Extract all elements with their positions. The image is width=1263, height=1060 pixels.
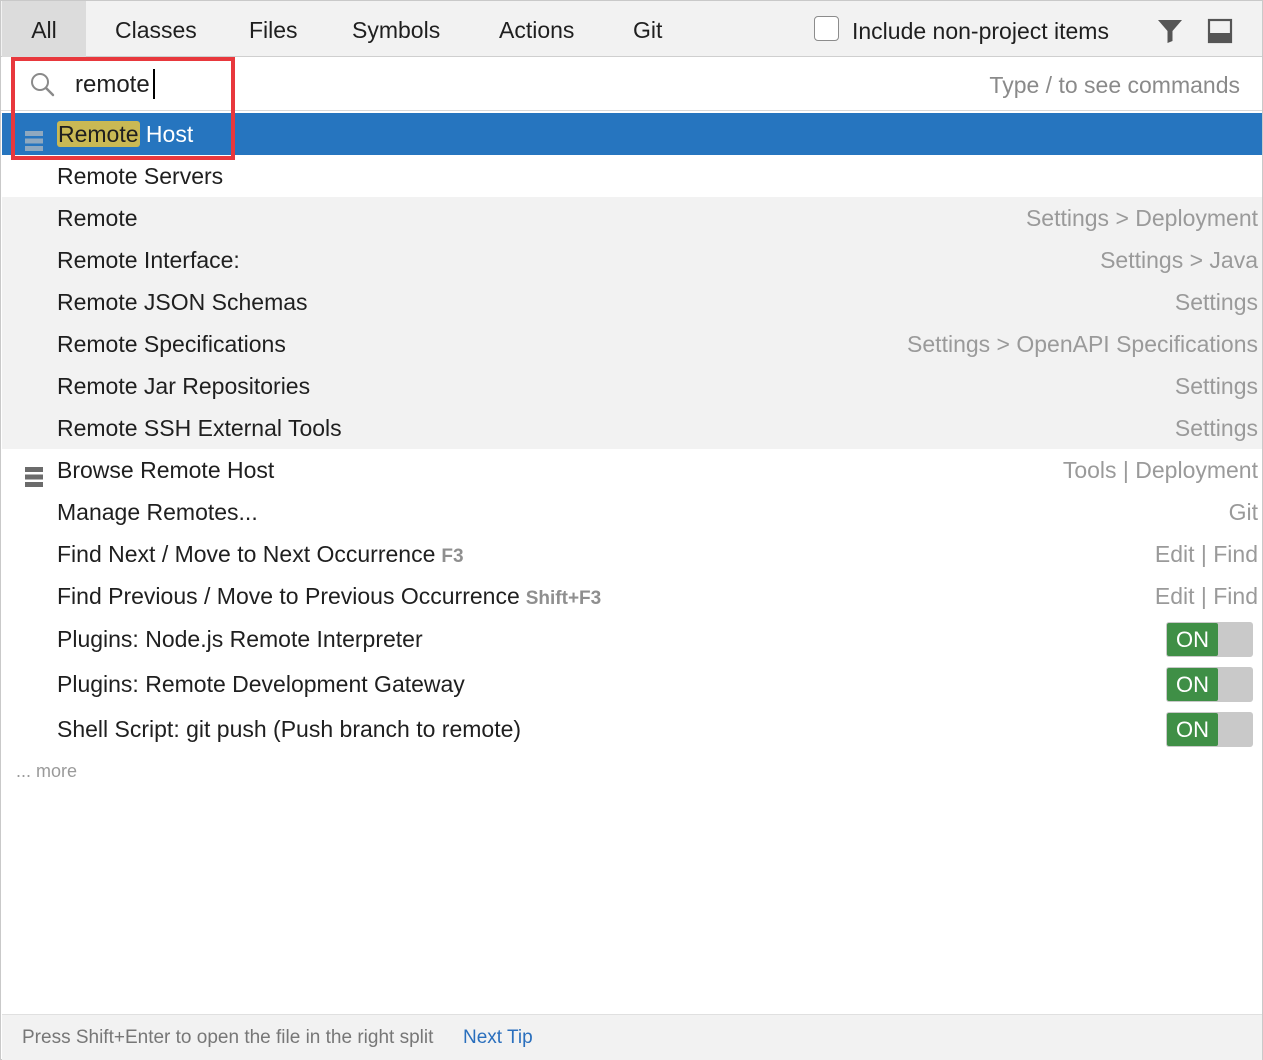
toggle-on-label: ON [1167, 713, 1218, 746]
next-tip-link[interactable]: Next Tip [463, 1015, 533, 1060]
result-location: Settings [1174, 373, 1258, 399]
toggle-on-label: ON [1167, 623, 1218, 656]
result-label: Shell Script: git push (Push branch to r… [57, 707, 521, 752]
result-label-text: Remote Jar Repositories [57, 373, 311, 399]
shortcut-hint: F3 [441, 546, 464, 567]
search-icon [31, 73, 55, 97]
tab-all[interactable]: All [2, 1, 86, 57]
footer-tip-text: Press Shift+Enter to open the file in th… [22, 1027, 434, 1048]
search-hint: Type / to see commands [989, 72, 1240, 98]
tab-symbols[interactable]: Symbols [352, 1, 440, 57]
result-location: Edit | Find [1154, 583, 1258, 609]
result-label: Remote JSON Schemas [57, 281, 308, 323]
open-in-tool-window-icon[interactable] [1207, 18, 1233, 44]
result-label: Remote Host [57, 113, 193, 155]
tab-files[interactable]: Files [249, 1, 298, 57]
toggle-on-label: ON [1167, 668, 1218, 701]
search-row: Type / to see commands [1, 58, 1262, 111]
match-highlight: Remote [57, 121, 140, 147]
results-list: Remote Host Remote Servers Remote Settings … [2, 113, 1262, 752]
more-link[interactable]: ... more [16, 761, 77, 782]
result-label: Find Previous / Move to Previous Occurre… [57, 575, 601, 620]
plugin-toggle[interactable]: ON [1166, 667, 1253, 702]
result-label-text: Find Next / Move to Next Occurrence [57, 541, 436, 567]
result-label-text: Remote Servers [57, 163, 224, 189]
result-label-text: Remote JSON Schemas [57, 289, 308, 315]
scope-tab-bar: All Classes Files Symbols Actions Git In… [1, 1, 1262, 57]
result-location: Tools | Deployment [1062, 457, 1258, 483]
result-row[interactable]: Manage Remotes... Git [2, 491, 1262, 533]
tab-git[interactable]: Git [633, 1, 662, 57]
result-label: Find Next / Move to Next Occurrence F3 [57, 533, 464, 578]
result-location: Settings > Deployment [1025, 205, 1258, 231]
result-label: Remote Jar Repositories [57, 365, 310, 407]
search-everywhere-popup: All Classes Files Symbols Actions Git In… [0, 0, 1263, 1060]
result-location: Git [1228, 499, 1258, 525]
result-label-text: Plugins: Node.js Remote Interpreter [57, 626, 423, 652]
result-label-text: Remote [57, 205, 138, 231]
include-non-project-label[interactable]: Include non-project items [852, 1, 1109, 57]
include-non-project-checkbox[interactable] [814, 16, 839, 41]
result-label: Remote SSH External Tools [57, 407, 342, 449]
result-location: Settings [1174, 415, 1258, 441]
result-row[interactable]: Remote Servers [2, 155, 1262, 197]
result-label: Plugins: Node.js Remote Interpreter [57, 617, 423, 662]
result-label-text: Remote Interface: [57, 247, 240, 273]
tab-actions[interactable]: Actions [499, 1, 574, 57]
plugin-toggle[interactable]: ON [1166, 712, 1253, 747]
result-label: Plugins: Remote Development Gateway [57, 662, 465, 707]
result-label: Remote [57, 197, 138, 239]
server-icon [24, 123, 44, 151]
result-row[interactable]: Remote Specifications Settings > OpenAPI … [2, 323, 1262, 365]
result-location: Settings > Java [1100, 247, 1258, 273]
result-row[interactable]: Remote Host [2, 113, 1262, 155]
footer-tip-bar: Press Shift+Enter to open the file in th… [2, 1014, 1262, 1060]
result-label: Remote Interface: [57, 239, 240, 281]
result-label-text: Shell Script: git push (Push branch to r… [57, 716, 522, 742]
result-location: Edit | Find [1154, 541, 1258, 567]
result-label: Remote Specifications [57, 323, 286, 365]
result-row[interactable]: Remote SSH External Tools Settings [2, 407, 1262, 449]
tab-classes[interactable]: Classes [115, 1, 197, 57]
text-caret [153, 69, 155, 99]
result-label-text: Find Previous / Move to Previous Occurre… [57, 583, 520, 609]
result-label-text: Plugins: Remote Development Gateway [57, 671, 465, 697]
result-label-text: Remote Specifications [57, 331, 286, 357]
result-row[interactable]: Remote Settings > Deployment [2, 197, 1262, 239]
result-label: Browse Remote Host [57, 449, 274, 491]
result-label-text: Remote SSH External Tools [57, 415, 342, 441]
result-label: Manage Remotes... [57, 491, 258, 533]
result-row[interactable]: Remote JSON Schemas Settings [2, 281, 1262, 323]
result-location: Settings [1174, 289, 1258, 315]
result-row[interactable]: Browse Remote Host Tools | Deployment [2, 449, 1262, 491]
search-input[interactable] [75, 66, 775, 104]
result-label-text: Browse Remote Host [57, 457, 275, 483]
filter-icon[interactable] [1156, 18, 1184, 44]
server-icon [24, 459, 44, 487]
shortcut-hint: Shift+F3 [525, 588, 602, 609]
result-row[interactable]: Remote Jar Repositories Settings [2, 365, 1262, 407]
result-location: Settings > OpenAPI Specifications [907, 331, 1258, 357]
plugin-toggle[interactable]: ON [1166, 622, 1253, 657]
result-row[interactable]: Find Next / Move to Next Occurrence F3 Edi… [2, 533, 1262, 575]
result-label-text: Manage Remotes... [57, 499, 258, 525]
result-row[interactable]: Shell Script: git push (Push branch to r… [2, 707, 1262, 752]
result-label-rest: Host [139, 121, 194, 147]
result-row[interactable]: Remote Interface: Settings > Java [2, 239, 1262, 281]
result-row[interactable]: Find Previous / Move to Previous Occurre… [2, 575, 1262, 617]
result-label: Remote Servers [57, 155, 223, 197]
result-row[interactable]: Plugins: Node.js Remote Interpreter ON [2, 617, 1262, 662]
result-row[interactable]: Plugins: Remote Development Gateway ON [2, 662, 1262, 707]
